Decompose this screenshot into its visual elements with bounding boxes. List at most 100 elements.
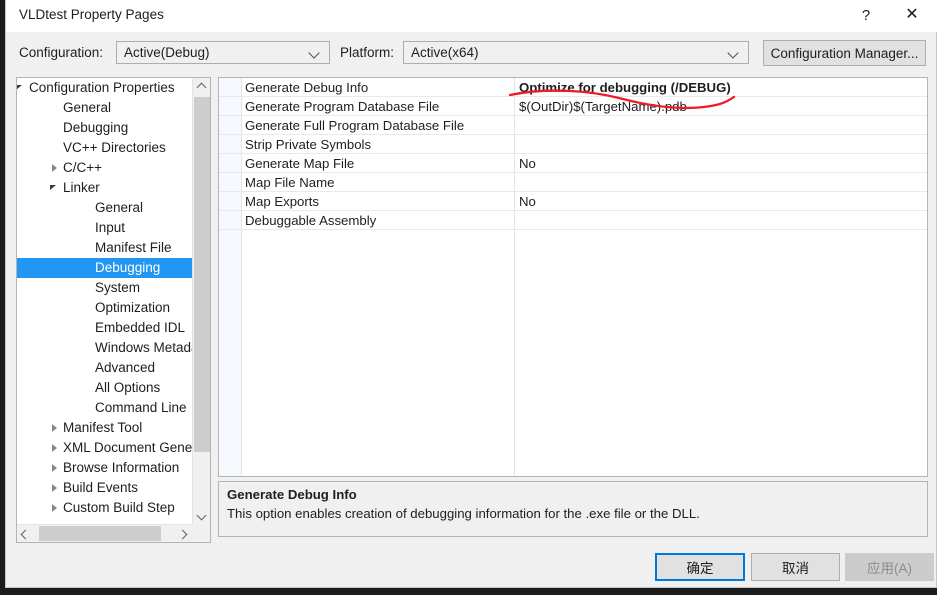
chevron-down-icon [310,47,321,58]
tree-item-build-events[interactable]: Build Events [17,478,192,498]
scroll-down-button[interactable] [193,506,211,524]
help-icon: ? [861,6,871,24]
tree-horizontal-scroll-thumb[interactable] [39,526,161,541]
tree-item-label: Debugging [63,120,129,135]
configuration-bar: Configuration: Active(Debug) Platform: A… [6,32,937,76]
property-grid[interactable]: Generate Debug Info Optimize for debuggin… [218,77,928,477]
tree-item-label: General [63,100,112,115]
description-pane: Generate Debug Info This option enables … [218,481,928,537]
property-row[interactable]: Map File Name [219,173,927,192]
tree-item-label: Embedded IDL [95,320,186,335]
tree-item-label: Debugging [95,260,161,275]
tree-item-all-options[interactable]: All Options [17,378,192,398]
tree-item-linker[interactable]: Linker [17,178,192,198]
tree-item-label: XML Document Generator [63,440,192,455]
property-name: Strip Private Symbols [245,137,372,152]
close-button[interactable]: ✕ [889,0,935,30]
property-row[interactable]: Generate Program Database File $(OutDir)$… [219,97,927,116]
background-window-bottom-strip [0,587,937,595]
tree-item-label: Windows Metadata [95,340,192,355]
tree-item-windows-metadata[interactable]: Windows Metadata [17,338,192,358]
property-value[interactable]: $(OutDir)$(TargetName).pdb [519,97,687,116]
tree-item-c-c[interactable]: C/C++ [17,158,192,178]
tree-item-optimization[interactable]: Optimization [17,298,192,318]
tree-item-label: Manifest File [95,240,172,255]
tree-item-debugging[interactable]: Debugging [17,258,192,278]
tree-item-label: Build Events [63,480,139,495]
tree-item-system[interactable]: System [17,278,192,298]
tree-item-xml-document-generator[interactable]: XML Document Generator [17,438,192,458]
property-name: Map File Name [245,175,335,190]
ok-button[interactable]: 确定 [655,553,745,581]
chevron-up-icon [198,83,206,91]
property-row[interactable]: Map Exports No [219,192,927,211]
property-name: Generate Full Program Database File [245,118,465,133]
tree-expander-collapsed-icon[interactable] [49,438,61,458]
tree-item-label: VC++ Directories [63,140,166,155]
property-row[interactable]: Debuggable Assembly [219,211,927,230]
tree-expander-collapsed-icon[interactable] [49,478,61,498]
tree-vertical-scrollbar[interactable] [192,78,210,524]
configuration-label: Configuration: [19,45,104,60]
property-value[interactable]: No [519,192,536,211]
tree-expander-collapsed-icon[interactable] [49,418,61,438]
configuration-select-value: Active(Debug) [124,45,210,60]
tree-expander-collapsed-icon[interactable] [49,498,61,518]
tree-item-general[interactable]: General [17,198,192,218]
tree-item-label: Optimization [95,300,171,315]
tree-item-general[interactable]: General [17,98,192,118]
tree-item-browse-information[interactable]: Browse Information [17,458,192,478]
close-icon: ✕ [905,6,919,23]
chevron-right-icon [179,530,187,538]
scroll-right-button[interactable] [174,525,192,542]
tree-item-custom-build-step[interactable]: Custom Build Step [17,498,192,518]
tree-item-label: Browse Information [63,460,180,475]
scroll-left-button[interactable] [17,525,35,542]
apply-button[interactable]: 应用(A) [845,553,934,581]
configuration-select[interactable]: Active(Debug) [116,41,330,64]
property-name: Generate Map File [245,156,355,171]
tree-item-debugging[interactable]: Debugging [17,118,192,138]
tree-item-label: All Options [95,380,161,395]
tree-item-label: Linker [63,180,100,195]
cancel-button[interactable]: 取消 [751,553,840,581]
tree-item-configuration-properties[interactable]: Configuration Properties [17,78,192,98]
tree-expander-collapsed-icon[interactable] [49,458,61,478]
property-value[interactable]: Optimize for debugging (/DEBUG) [519,78,731,97]
tree-expander-expanded-icon[interactable] [49,178,61,198]
configuration-properties-tree[interactable]: Configuration Properties General Debugging… [16,77,211,543]
property-grid-rows: Generate Debug Info Optimize for debuggin… [219,78,927,230]
tree-item-manifest-tool[interactable]: Manifest Tool [17,418,192,438]
property-name: Debuggable Assembly [245,213,377,228]
tree-item-label: General [95,200,144,215]
description-text: This option enables creation of debuggin… [227,506,700,521]
tree-vertical-scroll-thumb[interactable] [194,97,210,452]
tree-item-advanced[interactable]: Advanced [17,358,192,378]
tree-item-label: Manifest Tool [63,420,143,435]
title-bar: VLDtest Property Pages ? ✕ [6,0,937,32]
tree-horizontal-scrollbar[interactable] [17,524,210,542]
property-value[interactable]: No [519,154,536,173]
chevron-down-icon [198,511,206,519]
property-row[interactable]: Generate Map File No [219,154,927,173]
tree-item-embedded-idl[interactable]: Embedded IDL [17,318,192,338]
tree-item-manifest-file[interactable]: Manifest File [17,238,192,258]
scrollbar-corner [192,524,210,542]
property-row[interactable]: Generate Debug Info Optimize for debuggin… [219,78,927,97]
tree-item-command-line[interactable]: Command Line [17,398,192,418]
property-row[interactable]: Generate Full Program Database File [219,116,927,135]
help-button[interactable]: ? [843,0,889,30]
tree-item-vc-directories[interactable]: VC++ Directories [17,138,192,158]
platform-select[interactable]: Active(x64) [403,41,749,64]
property-row[interactable]: Strip Private Symbols [219,135,927,154]
platform-label: Platform: [340,45,395,60]
scroll-up-button[interactable] [193,78,211,96]
platform-select-value: Active(x64) [411,45,479,60]
tree-item-list: Configuration Properties General Debugging… [17,78,192,524]
tree-expander-expanded-icon[interactable] [17,78,27,98]
configuration-manager-button[interactable]: Configuration Manager... [763,40,926,66]
tree-expander-collapsed-icon[interactable] [49,158,61,178]
tree-item-input[interactable]: Input [17,218,192,238]
tree-item-label: Command Line [95,400,187,415]
property-pages-dialog: VLDtest Property Pages ? ✕ Configuration… [5,0,937,588]
